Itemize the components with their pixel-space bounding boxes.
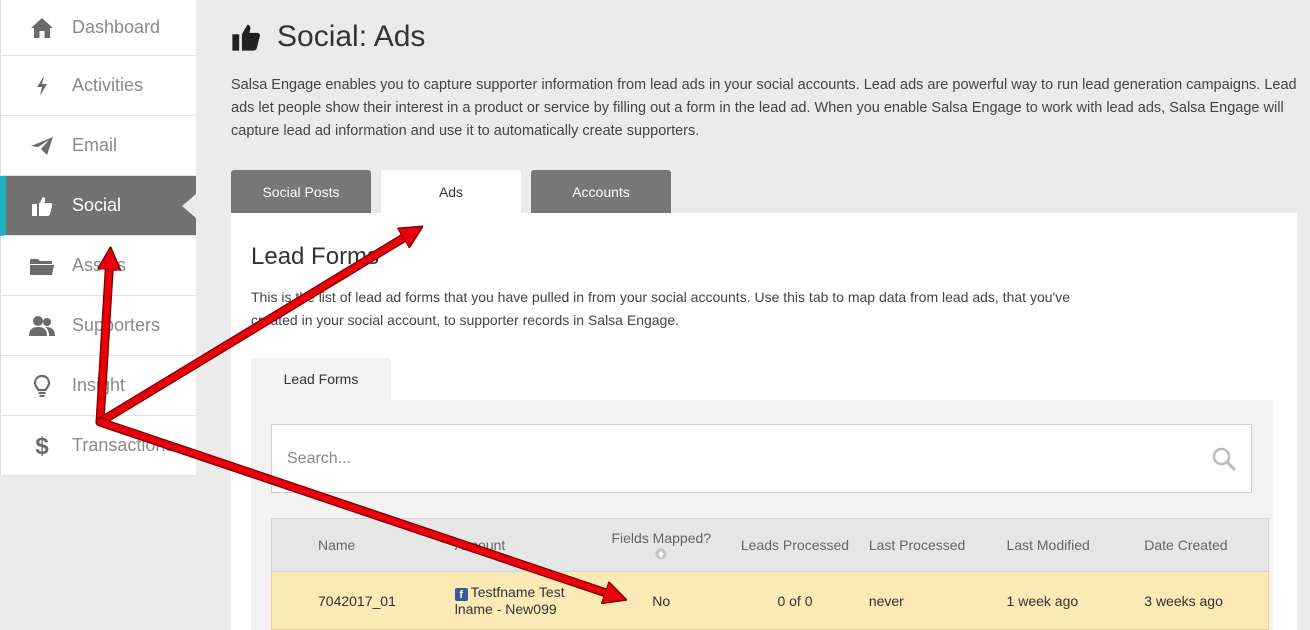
sidebar-item-label: Email <box>72 135 118 155</box>
lightning-icon <box>28 72 56 100</box>
facebook-icon: f <box>454 588 468 601</box>
tab-social-posts[interactable]: Social Posts <box>231 170 371 213</box>
cell-name[interactable]: 7042017_01 <box>272 593 455 609</box>
sidebar-item-insight[interactable]: Insight <box>0 356 196 416</box>
svg-text:$: $ <box>35 433 49 459</box>
home-icon <box>28 14 56 42</box>
dollar-icon: $ <box>28 432 56 460</box>
users-icon <box>28 312 56 340</box>
ads-panel: Lead Forms This is the list of lead ad f… <box>231 213 1297 630</box>
column-header-last-modified[interactable]: Last Modified <box>997 537 1135 553</box>
cell-date-created: 3 weeks ago <box>1144 592 1223 609</box>
sidebar-item-label: Supporters <box>72 315 161 335</box>
active-caret <box>182 194 196 218</box>
tab-lead-forms[interactable]: Lead Forms <box>251 358 391 400</box>
sidebar-item-label: Dashboard <box>72 17 161 37</box>
sidebar-item-label: Transactions <box>72 435 175 455</box>
lead-forms-table: Name Account Fields Mapped? Leads Proces… <box>271 518 1269 630</box>
sort-up-icon[interactable] <box>655 548 667 560</box>
sidebar-item-label: Social <box>72 195 122 215</box>
sidebar-item-assets[interactable]: Assets <box>0 236 196 296</box>
section-title: Lead Forms <box>251 243 380 270</box>
sidebar-nav: Dashboard Activities Email Social Assets… <box>0 0 196 476</box>
folder-icon <box>28 252 56 280</box>
column-header-account[interactable]: Account <box>455 537 592 553</box>
cell-last-modified: 1 week ago <box>1006 592 1079 609</box>
sidebar-item-dashboard[interactable]: Dashboard <box>0 0 196 56</box>
cell-last-processed: never <box>868 592 904 609</box>
lead-forms-panel: Name Account Fields Mapped? Leads Proces… <box>251 400 1273 630</box>
thumbs-up-icon <box>28 192 56 220</box>
tab-bar: Social Posts Ads Accounts <box>231 170 681 213</box>
cell-leads-processed: 0 of 0 <box>777 592 813 609</box>
sidebar-item-activities[interactable]: Activities <box>0 56 196 116</box>
sidebar-item-email[interactable]: Email <box>0 116 196 176</box>
cell-account: f Testfname Test lname - New099 <box>454 584 592 617</box>
tab-accounts[interactable]: Accounts <box>531 170 671 213</box>
sidebar-item-supporters[interactable]: Supporters <box>0 296 196 356</box>
page-title: Social: Ads <box>277 20 426 53</box>
sidebar: Dashboard Activities Email Social Assets… <box>0 0 196 630</box>
table-header: Name Account Fields Mapped? Leads Proces… <box>271 518 1269 572</box>
column-header-date-created[interactable]: Date Created <box>1134 537 1268 553</box>
sidebar-item-transactions[interactable]: $ Transactions <box>0 416 196 476</box>
search-input[interactable] <box>272 425 1211 492</box>
column-header-fields-mapped[interactable]: Fields Mapped? <box>591 530 731 560</box>
column-header-label: Fields Mapped? <box>611 530 712 546</box>
page-intro: Salsa Engage enables you to capture supp… <box>231 77 1297 139</box>
cell-fields-mapped: No <box>652 592 671 609</box>
account-name: Testfname Test lname - New099 <box>454 584 565 617</box>
sidebar-item-label: Insight <box>72 375 126 395</box>
table-row[interactable]: 7042017_01 f Testfname Test lname - New09… <box>271 572 1269 630</box>
search-box <box>271 424 1252 493</box>
section-description: This is the list of lead ad forms that y… <box>251 289 1070 328</box>
column-header-leads-processed[interactable]: Leads Processed <box>731 537 859 553</box>
sidebar-item-label: Assets <box>72 255 127 275</box>
column-header-name[interactable]: Name <box>272 537 455 553</box>
page-header: Social: Ads <box>231 20 425 54</box>
sidebar-item-social[interactable]: Social <box>0 176 196 236</box>
tab-ads[interactable]: Ads <box>381 170 521 213</box>
lightbulb-icon <box>28 372 56 400</box>
sidebar-item-label: Activities <box>72 75 144 95</box>
paper-plane-icon <box>28 132 56 160</box>
search-icon[interactable] <box>1211 446 1237 472</box>
column-header-last-processed[interactable]: Last Processed <box>859 537 997 553</box>
thumbs-up-icon <box>231 22 261 52</box>
